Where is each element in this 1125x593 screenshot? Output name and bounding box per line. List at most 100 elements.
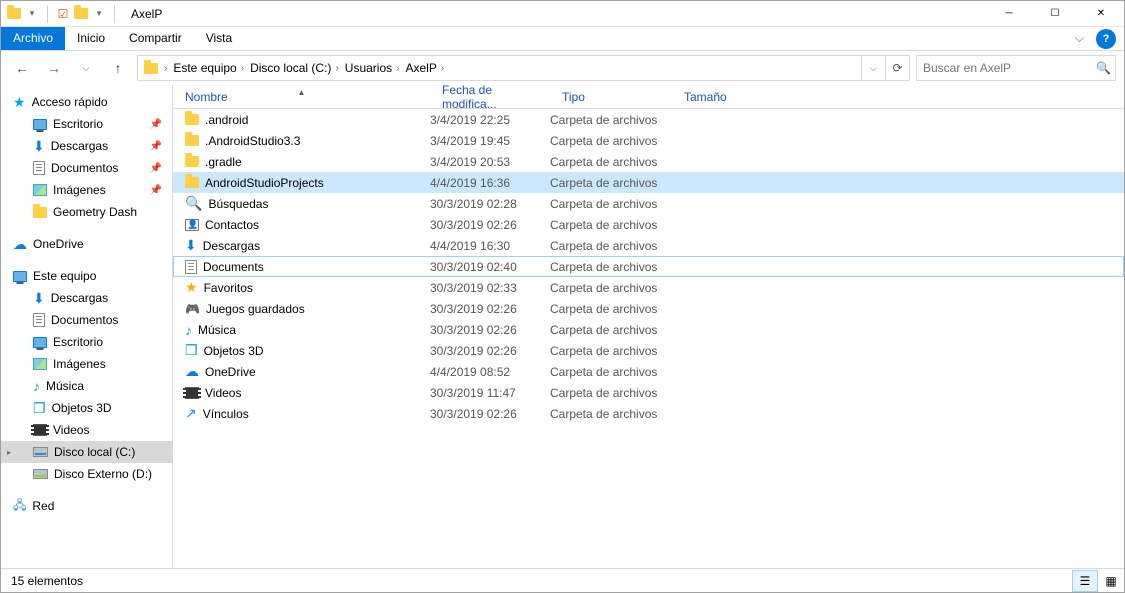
column-name[interactable]: Nombre ▲ <box>173 90 430 104</box>
file-row[interactable]: Contactos30/3/2019 02:26Carpeta de archi… <box>173 214 1124 235</box>
nav-forward-button[interactable]: → <box>41 55 67 81</box>
sidebar-item-descargas[interactable]: ⬇Descargas📌 <box>1 135 172 157</box>
breadcrumb[interactable]: AxelP <box>401 61 438 75</box>
file-row[interactable]: 🎮Juegos guardados30/3/2019 02:26Carpeta … <box>173 298 1124 319</box>
cube-icon: ❒ <box>33 400 46 417</box>
sidebar-item-música[interactable]: ♪Música <box>1 375 172 397</box>
search-box[interactable]: 🔍 <box>916 55 1116 81</box>
sidebar-network[interactable]: 🖧 Red <box>1 495 172 517</box>
file-row[interactable]: ❒Objetos 3D30/3/2019 02:26Carpeta de arc… <box>173 340 1124 361</box>
nav-back-button[interactable]: ← <box>9 55 35 81</box>
file-row[interactable]: Documents30/3/2019 02:40Carpeta de archi… <box>173 256 1124 277</box>
sidebar-item-label: Imágenes <box>53 183 106 197</box>
chevron-right-icon[interactable]: › <box>333 63 340 74</box>
file-date: 30/3/2019 02:26 <box>430 344 550 358</box>
sidebar-item-label: Descargas <box>51 139 108 153</box>
breadcrumb[interactable]: Usuarios <box>341 61 394 75</box>
qat-dropdown-icon[interactable]: ▾ <box>23 5 41 23</box>
document-icon <box>185 260 197 274</box>
sidebar-item-documentos[interactable]: Documentos📌 <box>1 157 172 179</box>
sidebar-item-escritorio[interactable]: Escritorio <box>1 331 172 353</box>
sidebar-item-imágenes[interactable]: Imágenes 📌 <box>1 179 172 201</box>
folder-context-icon[interactable] <box>72 5 90 23</box>
file-row[interactable]: Videos30/3/2019 11:47Carpeta de archivos <box>173 382 1124 403</box>
view-details-button[interactable]: ☰ <box>1072 570 1098 592</box>
file-row[interactable]: ★Favoritos30/3/2019 02:33Carpeta de arch… <box>173 277 1124 298</box>
column-type[interactable]: Tipo <box>550 90 672 104</box>
image-icon <box>33 184 47 196</box>
file-type: Carpeta de archivos <box>550 323 672 337</box>
refresh-button[interactable]: ⟳ <box>885 56 909 80</box>
help-button[interactable]: ? <box>1096 29 1116 49</box>
folder-icon <box>5 5 23 23</box>
file-row[interactable]: AndroidStudioProjects4/4/2019 16:36Carpe… <box>173 172 1124 193</box>
star-icon: ★ <box>13 94 26 111</box>
download-icon: ⬇ <box>185 237 197 254</box>
sidebar-item-escritorio[interactable]: Escritorio📌 <box>1 113 172 135</box>
maximize-button[interactable]: ☐ <box>1032 1 1078 27</box>
chevron-right-icon[interactable]: › <box>394 63 401 74</box>
file-row[interactable]: ♪Música30/3/2019 02:26Carpeta de archivo… <box>173 319 1124 340</box>
file-row[interactable]: .AndroidStudio3.33/4/2019 19:45Carpeta d… <box>173 130 1124 151</box>
games-icon: 🎮 <box>185 302 200 316</box>
file-type: Carpeta de archivos <box>550 239 672 253</box>
cloud-icon: ☁ <box>185 363 199 380</box>
chevron-right-icon[interactable]: › <box>439 63 446 74</box>
file-date: 4/4/2019 08:52 <box>430 365 550 379</box>
close-button[interactable]: ✕ <box>1078 1 1124 27</box>
view-icons-button[interactable]: ▦ <box>1098 570 1124 592</box>
chevron-right-icon: ▸ <box>7 448 11 457</box>
file-row[interactable]: .gradle3/4/2019 20:53Carpeta de archivos <box>173 151 1124 172</box>
file-row[interactable]: ↗Vínculos30/3/2019 02:26Carpeta de archi… <box>173 403 1124 424</box>
file-name: Documents <box>203 260 264 274</box>
qat-menu-icon[interactable]: ▾ <box>90 5 108 23</box>
properties-icon[interactable]: ☑ <box>54 5 72 23</box>
address-bar[interactable]: › Este equipo › Disco local (C:) › Usuar… <box>137 55 910 81</box>
file-date: 4/4/2019 16:36 <box>430 176 550 190</box>
search-input[interactable] <box>921 60 1096 76</box>
pin-icon: 📌 <box>150 185 162 196</box>
file-row[interactable]: .android3/4/2019 22:25Carpeta de archivo… <box>173 109 1124 130</box>
file-row[interactable]: 🔍Búsquedas30/3/2019 02:28Carpeta de arch… <box>173 193 1124 214</box>
file-type: Carpeta de archivos <box>550 344 672 358</box>
minimize-button[interactable]: ─ <box>986 1 1032 27</box>
file-date: 30/3/2019 02:28 <box>430 197 550 211</box>
nav-history-icon[interactable]: ⌵ <box>73 55 99 81</box>
tab-file[interactable]: Archivo <box>1 27 65 50</box>
sidebar-quick-access[interactable]: ★ Acceso rápido <box>1 91 172 113</box>
tab-share[interactable]: Compartir <box>117 27 194 50</box>
chevron-right-icon[interactable]: › <box>239 63 246 74</box>
column-label: Nombre <box>185 90 228 104</box>
file-name: Contactos <box>205 218 259 232</box>
search-icon[interactable]: 🔍 <box>1096 61 1111 75</box>
nav-sidebar[interactable]: ★ Acceso rápido Escritorio📌⬇Descargas📌Do… <box>1 85 173 568</box>
sidebar-item-imágenes[interactable]: Imágenes <box>1 353 172 375</box>
nav-up-button[interactable]: ↑ <box>105 55 131 81</box>
sidebar-this-pc[interactable]: Este equipo <box>1 265 172 287</box>
chevron-right-icon[interactable]: › <box>162 63 169 74</box>
file-row[interactable]: ⬇Descargas4/4/2019 16:30Carpeta de archi… <box>173 235 1124 256</box>
file-name: .gradle <box>205 155 242 169</box>
sidebar-item-disco-externo-d[interactable]: Disco Externo (D:) <box>1 463 172 485</box>
sidebar-item-geometry-dash[interactable]: Geometry Dash <box>1 201 172 223</box>
column-size[interactable]: Tamaño <box>672 90 792 104</box>
sidebar-item-videos[interactable]: Videos <box>1 419 172 441</box>
breadcrumb[interactable]: Disco local (C:) <box>246 61 333 75</box>
breadcrumb[interactable]: Este equipo <box>169 61 238 75</box>
sidebar-item-label: Objetos 3D <box>52 401 112 415</box>
sidebar-item-disco-local-c[interactable]: ▸Disco local (C:) <box>1 441 172 463</box>
sidebar-item-documentos[interactable]: Documentos <box>1 309 172 331</box>
column-date[interactable]: Fecha de modifica... <box>430 85 550 111</box>
file-name: Música <box>198 323 236 337</box>
pin-icon: 📌 <box>150 119 162 130</box>
address-history-icon[interactable]: ⌵ <box>861 56 885 80</box>
sidebar-item-objetos-3d[interactable]: ❒ Objetos 3D <box>1 397 172 419</box>
ribbon-expand-icon[interactable]: ⌵ <box>1067 27 1092 50</box>
tab-home[interactable]: Inicio <box>65 27 117 50</box>
file-type: Carpeta de archivos <box>550 197 672 211</box>
sidebar-item-descargas[interactable]: ⬇Descargas <box>1 287 172 309</box>
file-row[interactable]: ☁OneDrive4/4/2019 08:52Carpeta de archiv… <box>173 361 1124 382</box>
file-list[interactable]: Nombre ▲ Fecha de modifica... Tipo Tamañ… <box>173 85 1124 568</box>
tab-view[interactable]: Vista <box>194 27 244 50</box>
sidebar-onedrive[interactable]: ☁ OneDrive <box>1 233 172 255</box>
